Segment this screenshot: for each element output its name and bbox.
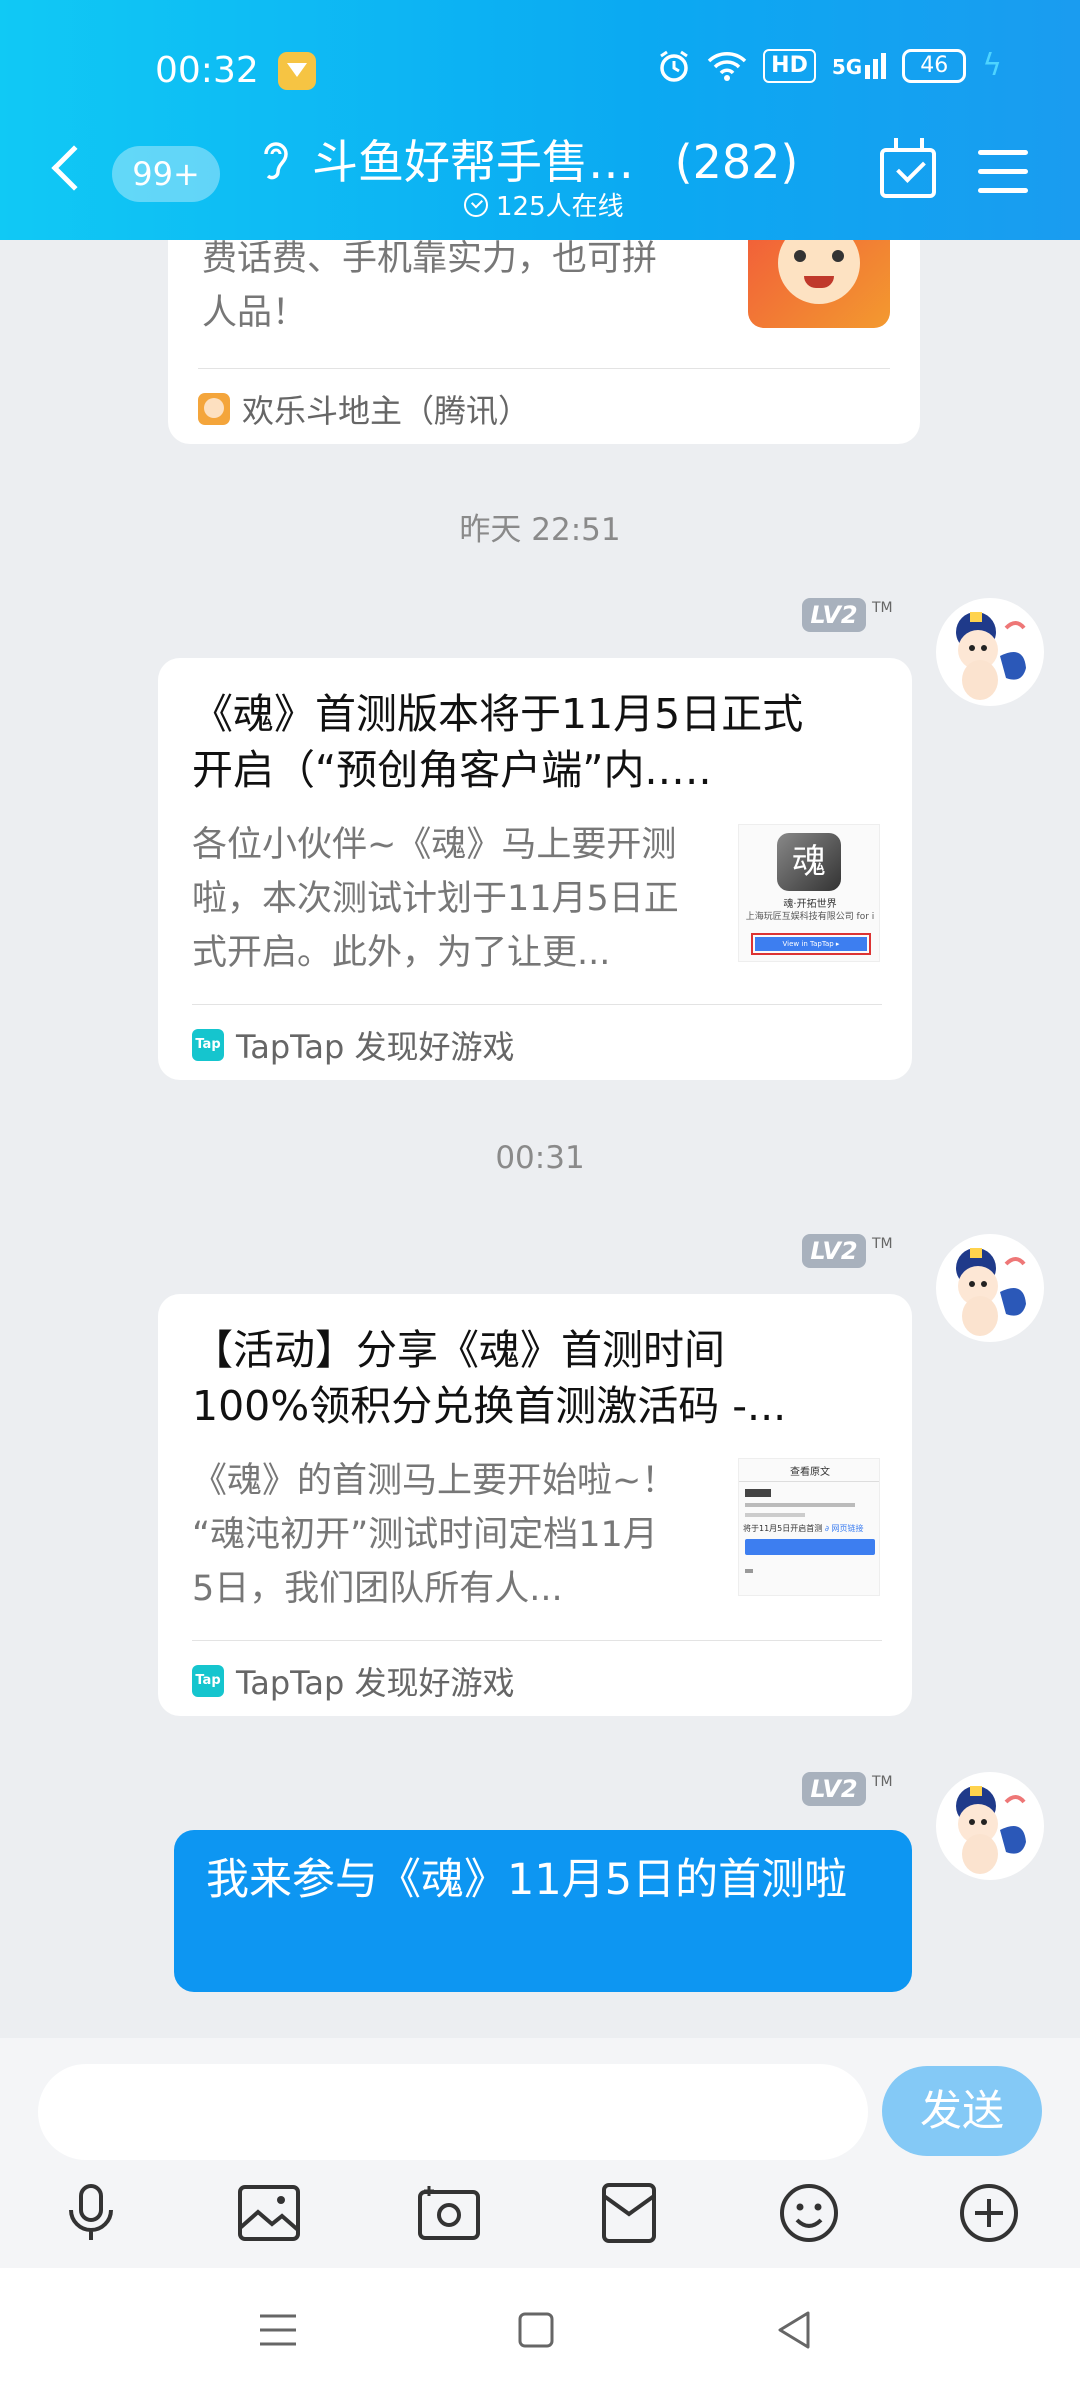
emoji-icon (780, 2184, 838, 2242)
game-app-icon: 魂 (777, 833, 841, 891)
group-title[interactable]: 斗鱼好帮手售… (282) (312, 126, 798, 192)
card-source-label: TapTap 发现好游戏 (236, 1028, 515, 1066)
card-source: 欢乐斗地主（腾讯） (198, 386, 530, 432)
charging-icon: ϟ (982, 48, 1002, 83)
card-source: Tap TapTap 发现好游戏 (192, 1658, 515, 1704)
hd-icon: HD (763, 48, 816, 83)
thumb-button-highlight: View in TapTap ▸ (751, 933, 871, 955)
card-desc-line: “魂沌初开”测试时间定档11月 (192, 1515, 658, 1555)
taptap-logo-icon: Tap (192, 1029, 224, 1061)
message-input[interactable] (38, 2064, 868, 2160)
thumb-subtitle: 上海玩匠互娱科技有限公司 for i (745, 912, 875, 922)
timestamp: 00:31 (495, 1140, 585, 1176)
group-name: 斗鱼好帮手售… (312, 135, 634, 189)
red-packet-button[interactable] (596, 2180, 662, 2246)
card-divider (198, 368, 890, 369)
microphone-icon (69, 2184, 113, 2240)
shared-card-taptap[interactable]: 【活动】分享《魂》首测时间 100%领积分兑换首测激活码 -... 《魂》的首测… (158, 1294, 912, 1716)
thumb-header: 查看原文 (790, 1467, 830, 1478)
card-desc-line: 啦，本次测试计划于11月5日正 (192, 879, 679, 919)
thumb-body: 将于11月5日开启首测 ∂ 网页链接 (743, 1524, 864, 1533)
online-status: 125人在线 (464, 186, 624, 223)
card-desc-line: 人品！ (202, 293, 308, 333)
level-badge: LV2 (802, 1234, 866, 1268)
timestamp: 昨天 22:51 (459, 512, 621, 548)
card-title-line: 100%领积分兑换首测激活码 -... (192, 1382, 787, 1430)
card-divider (192, 1004, 882, 1005)
tm-mark: TM (872, 600, 893, 616)
chat-header: 00:32 HD 5G 46 ϟ 99+ 斗鱼好帮手售… (282) 125人在… (0, 0, 1080, 240)
card-title-line: 《魂》首测版本将于11月5日正式 (192, 690, 804, 738)
notification-app-icon (278, 52, 316, 90)
status-time: 00:32 (155, 50, 259, 91)
system-nav-bar (0, 2268, 1080, 2400)
message-bubble[interactable]: 我来参与《魂》11月5日的首测啦 (174, 1830, 912, 1992)
card-source: Tap TapTap 发现好游戏 (192, 1022, 515, 1068)
battery-icon: 46 (902, 48, 967, 83)
level-badge: LV2 (802, 1772, 866, 1806)
card-desc-line: 5日，我们团队所有人... (192, 1569, 563, 1609)
taptap-logo-icon: Tap (192, 1665, 224, 1697)
thumb-title: 魂·开拓世界 (783, 899, 837, 910)
camera-icon (418, 2186, 480, 2240)
back-arrow-icon[interactable] (51, 145, 97, 191)
avatar-image (956, 1786, 1026, 1874)
card-desc-line: 式开启。此外，为了让更... (192, 933, 611, 973)
recent-apps-icon[interactable] (258, 2312, 298, 2348)
status-icons: HD 5G 46 ϟ (657, 48, 1002, 83)
image-icon (238, 2185, 300, 2241)
back-nav-icon[interactable] (776, 2310, 812, 2350)
avatar-image (956, 612, 1026, 700)
online-count: 125人在线 (496, 192, 624, 222)
card-thumbnail: 魂 魂·开拓世界 上海玩匠互娱科技有限公司 for i View in TapT… (738, 824, 880, 962)
card-thumbnail: 查看原文 将于11月5日开启首测 ∂ 网页链接 (738, 1458, 880, 1596)
calendar-check-icon[interactable] (880, 138, 936, 198)
card-source-label: TapTap 发现好游戏 (236, 1664, 515, 1702)
card-title-line: 【活动】分享《魂》首测时间 (192, 1326, 725, 1374)
card-divider (192, 1640, 882, 1641)
avatar[interactable] (936, 598, 1044, 706)
home-icon[interactable] (518, 2312, 554, 2348)
ear-icon[interactable] (258, 136, 294, 182)
plus-circle-icon (960, 2184, 1018, 2242)
tm-mark: TM (872, 1236, 893, 1252)
thumb-button: View in TapTap ▸ (755, 937, 867, 951)
card-title-line: 开启（“预创角客户端”内.…. (192, 746, 712, 794)
level-badge: LV2 (802, 598, 866, 632)
emoji-button[interactable] (776, 2180, 842, 2246)
online-check-icon (464, 192, 488, 217)
network-5g-icon: 5G (832, 52, 887, 79)
card-source-label: 欢乐斗地主（腾讯） (242, 392, 531, 430)
voice-button[interactable] (58, 2180, 124, 2246)
menu-icon[interactable] (978, 150, 1028, 194)
camera-button[interactable] (416, 2180, 482, 2246)
ddz-logo-icon (198, 393, 230, 425)
wifi-icon (707, 51, 747, 81)
more-button[interactable] (956, 2180, 1022, 2246)
alarm-icon (660, 50, 689, 82)
avatar-image (956, 1248, 1026, 1336)
red-packet-icon (602, 2183, 656, 2243)
shared-card-taptap[interactable]: 《魂》首测版本将于11月5日正式 开启（“预创角客户端”内.…. 各位小伙伴~《… (158, 658, 912, 1080)
card-desc-line: 费话费、手机靠实力，也可拼 (202, 239, 658, 279)
image-button[interactable] (236, 2180, 302, 2246)
avatar[interactable] (936, 1772, 1044, 1880)
avatar[interactable] (936, 1234, 1044, 1342)
tm-mark: TM (872, 1774, 893, 1790)
unread-badge[interactable]: 99+ (112, 146, 220, 202)
send-button[interactable]: 发送 (882, 2066, 1042, 2156)
card-desc-line: 《魂》的首测马上要开始啦~！ (192, 1461, 677, 1501)
member-count: (282) (674, 135, 799, 189)
card-desc-line: 各位小伙伴~《魂》马上要开测 (192, 825, 677, 865)
